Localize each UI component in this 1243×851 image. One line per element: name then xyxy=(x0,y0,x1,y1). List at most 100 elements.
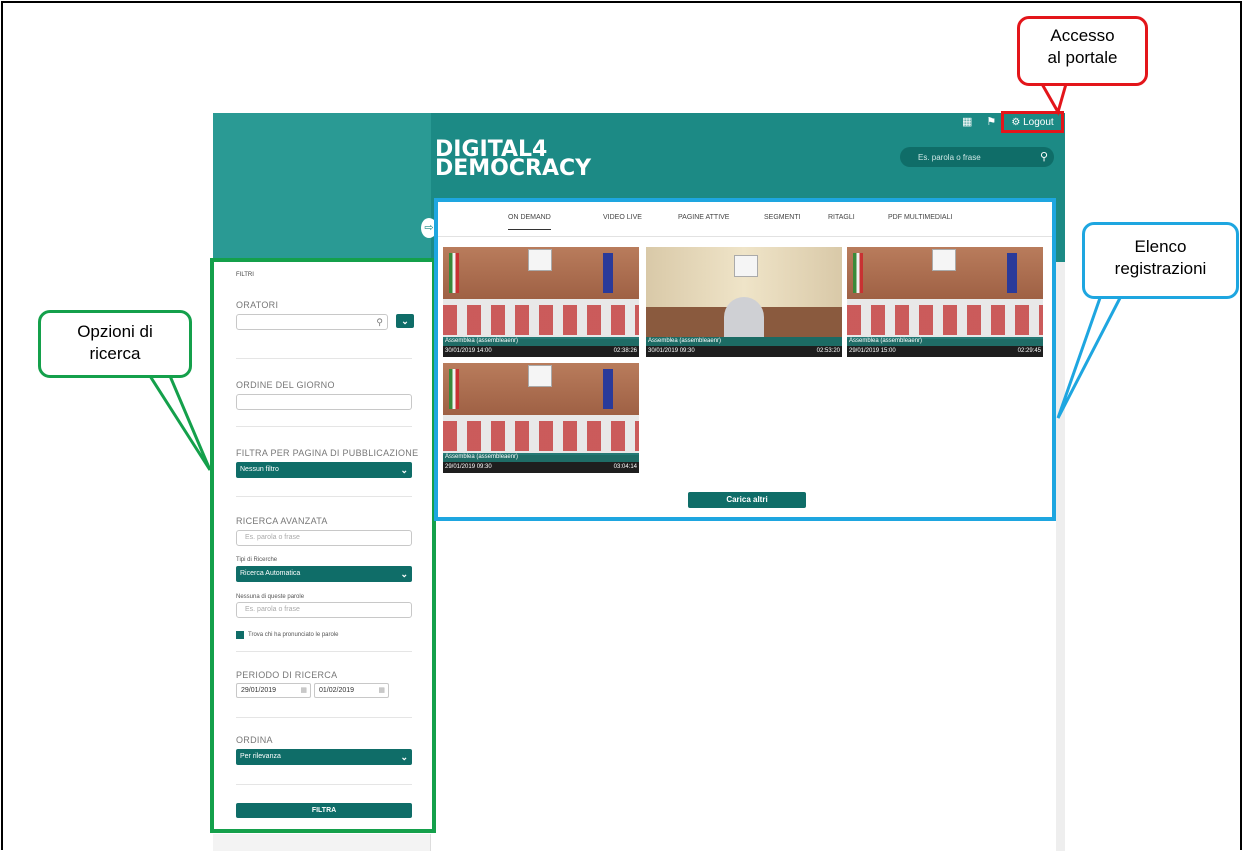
tipi-ricerche-label: Tipi di Ricerche xyxy=(236,557,278,563)
chairs xyxy=(443,421,639,451)
recording-duration: 02:38:26 xyxy=(613,348,637,354)
ricerca-placeholder: Es. parola o frase xyxy=(245,534,300,541)
digital4democracy-logo[interactable]: DIGITAL4 DEMOCRACY xyxy=(435,139,592,181)
flag-eu xyxy=(603,369,613,409)
chairs xyxy=(443,305,639,335)
recordings-panel: ON DEMAND VIDEO LIVE PAGINE ATTIVE SEGME… xyxy=(434,198,1056,521)
tab-divider xyxy=(438,236,1052,237)
recording-meta: 29/01/2019 15:00 02:29:45 xyxy=(847,346,1043,357)
logo-line2: DEMOCRACY xyxy=(435,156,592,181)
recording-title: Assemblea (assembleaenr) xyxy=(443,453,639,462)
recording-duration: 03:04:14 xyxy=(613,464,637,470)
divider xyxy=(236,651,412,652)
tab-pdf-multimediali[interactable]: PDF MULTIMEDIALI xyxy=(888,214,952,221)
filtra-pagina-value: Nessun filtro xyxy=(240,466,279,473)
callout-recordings-list: Elenco registrazioni xyxy=(1082,222,1239,299)
recording-title: Assemblea (assembleaenr) xyxy=(646,337,842,346)
search-icon[interactable]: ⚲ xyxy=(376,315,383,329)
callout-portal-access: Accesso al portale xyxy=(1017,16,1148,86)
callout-text: registrazioni xyxy=(1114,259,1207,278)
trova-label: Trova chi ha pronunciato le parole xyxy=(248,632,339,638)
oratori-dropdown-button[interactable]: ⌄ xyxy=(396,314,414,328)
ordina-label: ORDINA xyxy=(236,735,273,745)
tipi-ricerche-value: Ricerca Automatica xyxy=(240,570,301,577)
tab-segmenti[interactable]: SEGMENTI xyxy=(764,214,801,221)
calendar-icon[interactable]: ▦ xyxy=(378,684,385,697)
emblem xyxy=(528,249,552,271)
chevron-down-icon: ⌄ xyxy=(400,752,408,762)
periodo-label: PERIODO DI RICERCA xyxy=(236,670,338,680)
callout-search-options: Opzioni di ricerca xyxy=(38,310,192,378)
oratori-input[interactable]: ⚲ xyxy=(236,314,388,330)
callout-text: ricerca xyxy=(89,344,141,363)
recording-date: 30/01/2019 14:00 xyxy=(445,348,492,354)
chevron-down-icon: ⌄ xyxy=(400,569,408,579)
callout-text: Accesso xyxy=(1050,26,1115,45)
divider xyxy=(236,358,412,359)
filtra-button[interactable]: FILTRA xyxy=(236,803,412,818)
odg-label: ORDINE DEL GIORNO xyxy=(236,380,335,390)
ricerca-avanzata-input[interactable]: Es. parola o frase xyxy=(236,530,412,546)
oratori-label: ORATORI xyxy=(236,300,279,310)
header-left-panel xyxy=(213,113,431,263)
flag-italy xyxy=(449,369,459,409)
recording-thumbnail[interactable]: Assemblea (assembleaenr) 29/01/2019 15:0… xyxy=(847,247,1043,357)
load-more-button[interactable]: Carica altri xyxy=(688,492,806,508)
date-from-input[interactable]: 29/01/2019 ▦ xyxy=(236,683,311,698)
divider xyxy=(236,717,412,718)
recording-duration: 02:29:45 xyxy=(1017,348,1041,354)
nessuna-input[interactable]: Es. parola o frase xyxy=(236,602,412,618)
recording-date: 30/01/2019 09:30 xyxy=(648,348,695,354)
divider xyxy=(236,426,412,427)
logout-button[interactable]: ⚙ Logout xyxy=(1001,111,1064,133)
header-search-placeholder: Es. parola o frase xyxy=(918,152,981,162)
divider xyxy=(236,496,412,497)
recording-date: 29/01/2019 09:30 xyxy=(445,464,492,470)
emblem xyxy=(528,365,552,387)
right-scroll-gutter xyxy=(1056,262,1065,851)
trova-checkbox[interactable] xyxy=(236,631,244,639)
emblem xyxy=(734,255,758,277)
flag-italy xyxy=(853,253,863,293)
chairs xyxy=(847,305,1043,335)
odg-input[interactable] xyxy=(236,394,412,410)
calendar-icon[interactable]: ▦ xyxy=(962,115,972,128)
divider xyxy=(236,784,412,785)
date-to-value: 01/02/2019 xyxy=(319,687,355,694)
recording-thumbnail[interactable]: Assemblea (assembleaenr) 29/01/2019 09:3… xyxy=(443,363,639,473)
tab-video-live[interactable]: VIDEO LIVE xyxy=(603,214,642,221)
logout-label: Logout xyxy=(1023,116,1054,128)
filters-panel: FILTRI ORATORI ⚲ ⌄ ORDINE DEL GIORNO FIL… xyxy=(210,258,436,833)
header-search-input[interactable]: Es. parola o frase ⚲ xyxy=(900,147,1054,167)
filtra-pagina-select[interactable]: Nessun filtro ⌄ xyxy=(236,462,412,478)
callout-text: al portale xyxy=(1047,48,1118,67)
chevron-down-icon: ⌄ xyxy=(400,465,408,475)
flag-italy xyxy=(449,253,459,293)
tipi-ricerche-select[interactable]: Ricerca Automatica ⌄ xyxy=(236,566,412,582)
tab-bar: ON DEMAND VIDEO LIVE PAGINE ATTIVE SEGME… xyxy=(438,214,1052,236)
filtra-pagina-label: FILTRA PER PAGINA DI PUBBLICAZIONE xyxy=(236,448,419,458)
ricerca-avanzata-label: RICERCA AVANZATA xyxy=(236,516,328,526)
bell-icon[interactable]: ⚑ xyxy=(986,115,996,128)
ordina-select[interactable]: Per rilevanza ⌄ xyxy=(236,749,412,765)
flag-eu xyxy=(603,253,613,293)
search-icon[interactable]: ⚲ xyxy=(1040,150,1048,163)
recording-date: 29/01/2019 15:00 xyxy=(849,348,896,354)
recording-thumbnail[interactable]: Assemblea (assembleaenr) 30/01/2019 14:0… xyxy=(443,247,639,357)
recording-meta: 30/01/2019 14:00 02:38:26 xyxy=(443,346,639,357)
nessuna-label: Nessuna di queste parole xyxy=(236,594,305,600)
recording-duration: 02:53:20 xyxy=(816,348,840,354)
tab-on-demand[interactable]: ON DEMAND xyxy=(508,214,551,230)
recording-meta: 30/01/2019 09:30 02:53:20 xyxy=(646,346,842,357)
recording-title: Assemblea (assembleaenr) xyxy=(443,337,639,346)
tab-pagine-attive[interactable]: PAGINE ATTIVE xyxy=(678,214,729,221)
speaker xyxy=(724,297,764,337)
date-to-input[interactable]: 01/02/2019 ▦ xyxy=(314,683,389,698)
sidebar-footer xyxy=(213,834,431,851)
calendar-icon[interactable]: ▦ xyxy=(300,684,307,697)
tab-ritagli[interactable]: RITAGLI xyxy=(828,214,855,221)
emblem xyxy=(932,249,956,271)
recording-thumbnail[interactable]: Assemblea (assembleaenr) 30/01/2019 09:3… xyxy=(646,247,842,357)
recording-meta: 29/01/2019 09:30 03:04:14 xyxy=(443,462,639,473)
callout-text: Opzioni di xyxy=(77,322,153,341)
